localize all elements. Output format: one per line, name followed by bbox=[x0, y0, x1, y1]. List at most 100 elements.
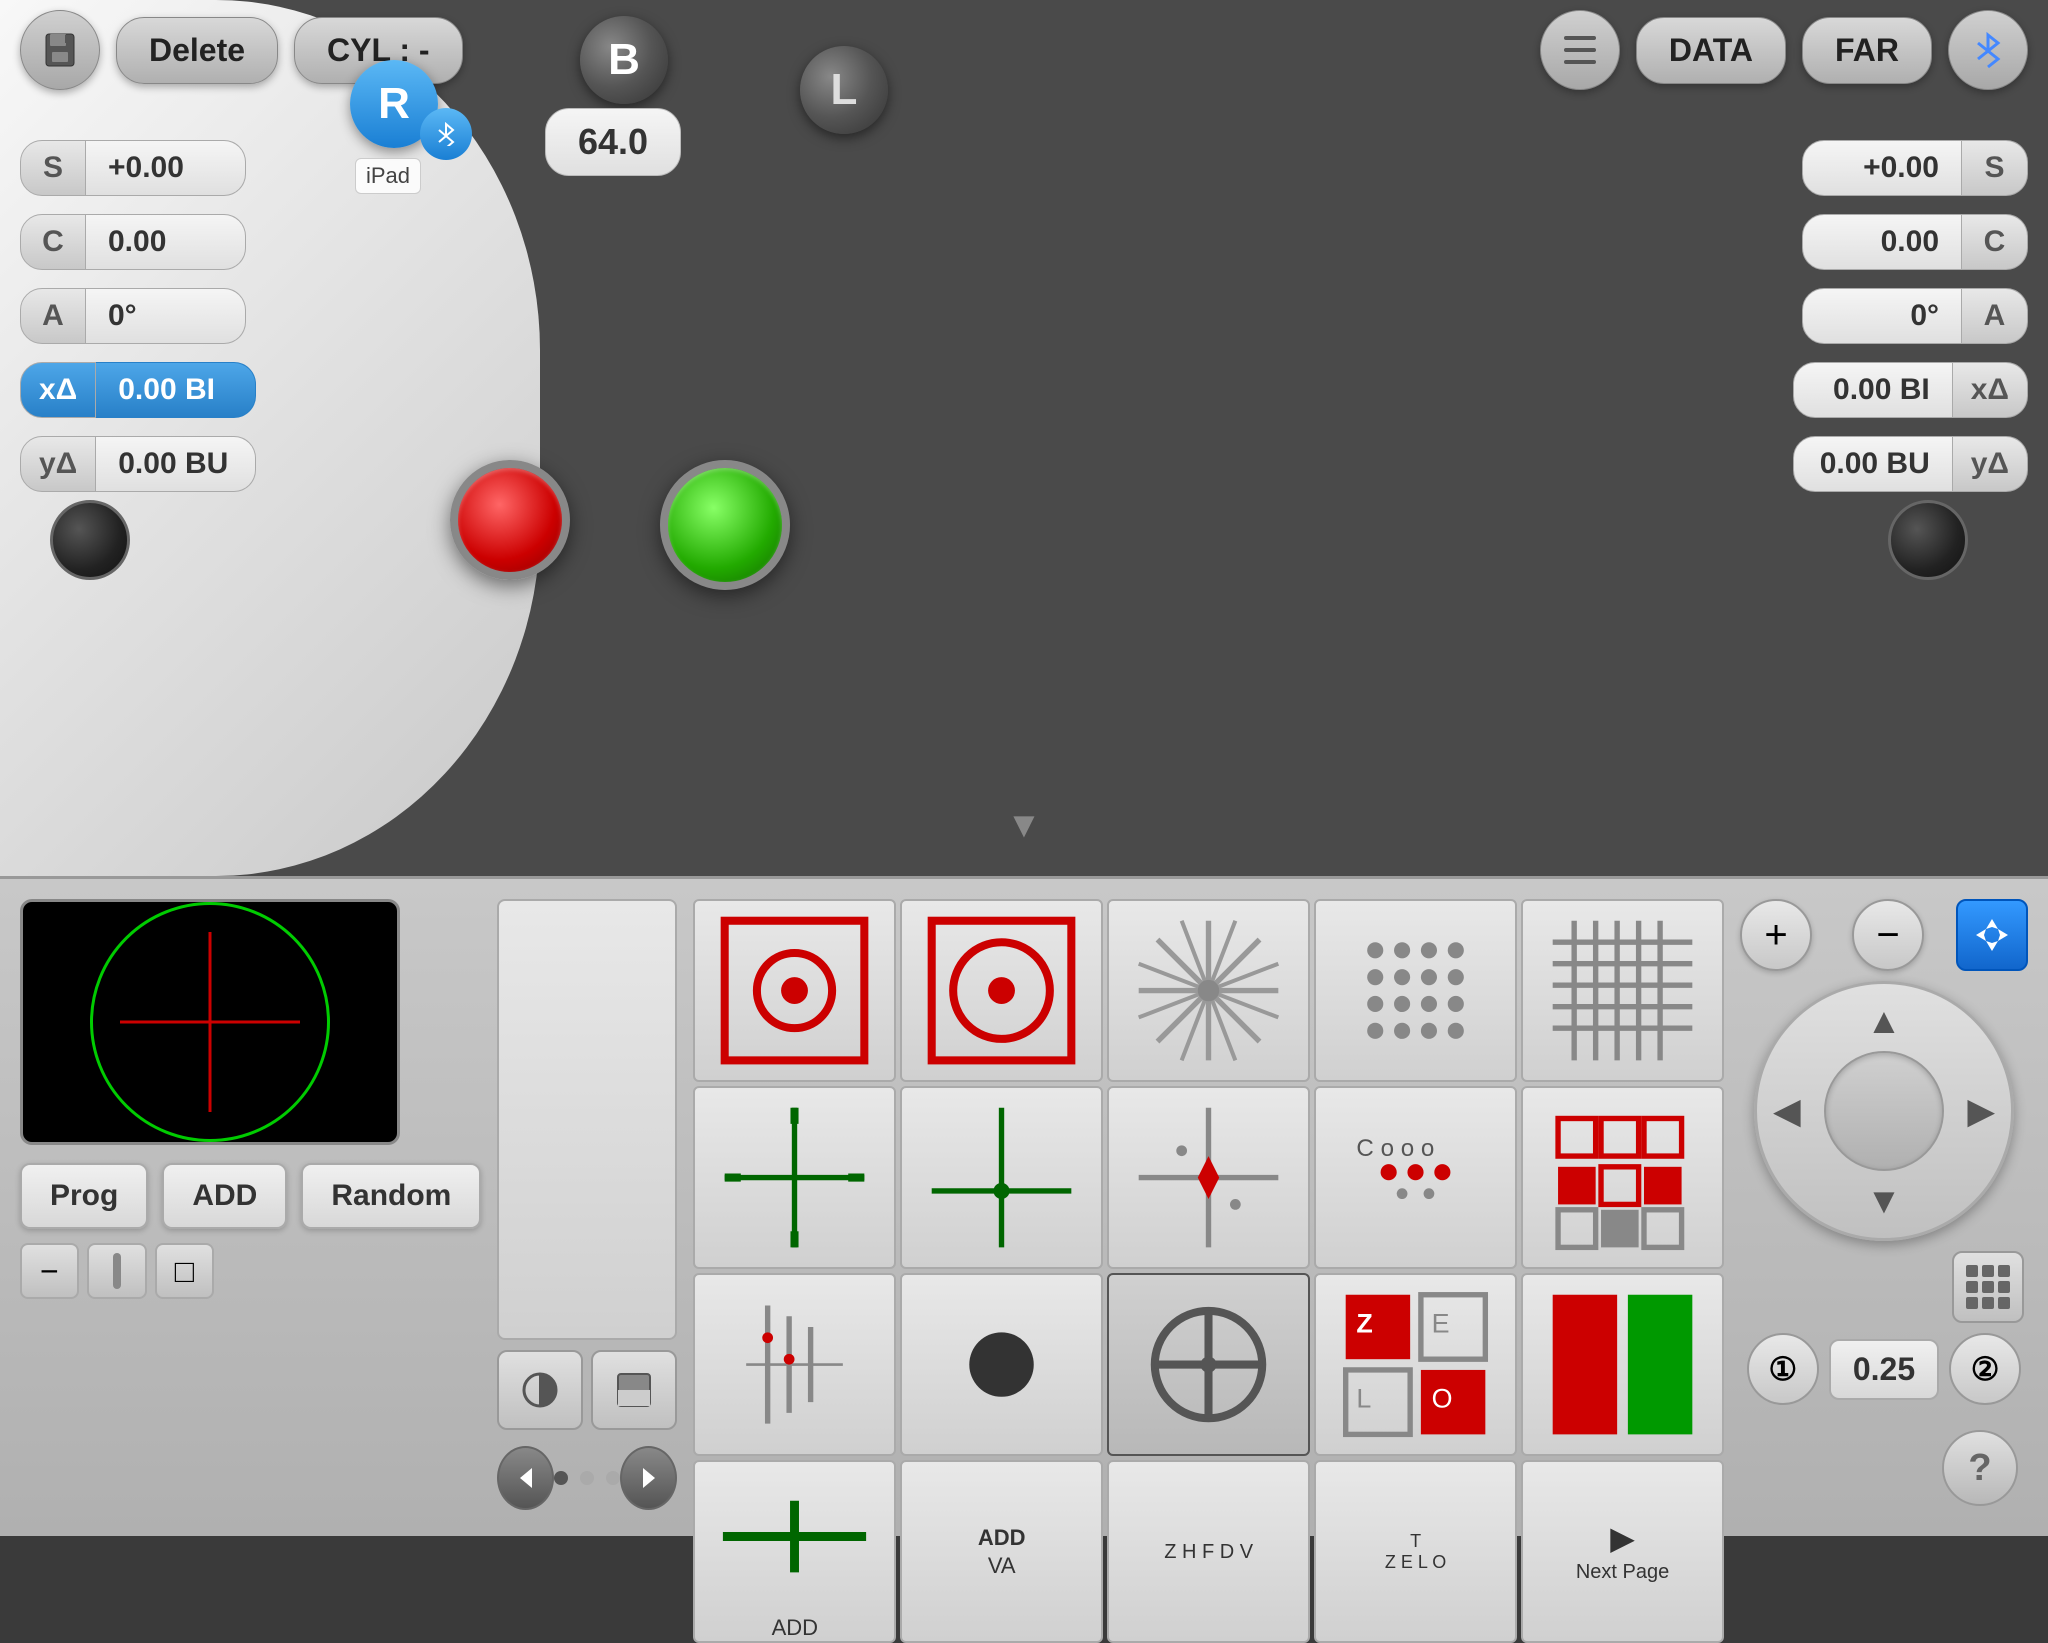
t-label: T bbox=[1410, 1531, 1421, 1552]
r-label: R bbox=[378, 79, 410, 129]
svg-text:E: E bbox=[1432, 1308, 1450, 1338]
list-button[interactable] bbox=[1540, 10, 1620, 90]
ydelta-label-right: yΔ bbox=[1953, 436, 2028, 492]
a-field-right[interactable]: 0° A bbox=[1793, 288, 2028, 344]
prev-nav-button[interactable] bbox=[497, 1446, 554, 1510]
nav-down-button[interactable]: ▼ bbox=[1866, 1180, 1902, 1222]
ydelta-label-left: yΔ bbox=[20, 436, 96, 492]
page-step-value: 0.25 bbox=[1829, 1339, 1939, 1400]
c-field-right[interactable]: 0.00 C bbox=[1793, 214, 2028, 270]
s-field-right[interactable]: +0.00 S bbox=[1793, 140, 2028, 196]
chart-cell-8[interactable]: C o o o bbox=[1314, 1086, 1517, 1269]
bottom-panel: Prog ADD Random − □ bbox=[0, 876, 2048, 1536]
pupil-value: 64.0 bbox=[545, 108, 681, 176]
chart-cell-9[interactable] bbox=[1521, 1086, 1724, 1269]
zoom-row: + − bbox=[1740, 899, 2028, 971]
next-nav-button[interactable] bbox=[620, 1446, 677, 1510]
chart-cell-3[interactable] bbox=[1314, 899, 1517, 1082]
nav-left-button[interactable]: ◀ bbox=[1773, 1090, 1801, 1132]
a-value-right: 0° bbox=[1802, 288, 1962, 344]
move-button[interactable] bbox=[1956, 899, 2028, 971]
c-field-left[interactable]: C 0.00 bbox=[20, 214, 256, 270]
chart-cell-add-va[interactable]: ADD VA bbox=[900, 1460, 1103, 1643]
delete-button[interactable]: Delete bbox=[116, 17, 278, 84]
minus-size-button[interactable]: − bbox=[20, 1243, 79, 1299]
nav-center bbox=[1824, 1051, 1944, 1171]
chart-cell-12[interactable] bbox=[1107, 1273, 1310, 1456]
step-value-text: 0.25 bbox=[1853, 1351, 1915, 1387]
plus-size-button[interactable]: □ bbox=[155, 1243, 214, 1299]
ydelta-field-left[interactable]: yΔ 0.00 BU bbox=[20, 436, 256, 492]
xdelta-label-left: xΔ bbox=[20, 362, 96, 418]
top-toolbar: Delete CYL : - DATA FAR bbox=[0, 0, 2048, 100]
chart-cell-0[interactable] bbox=[693, 899, 896, 1082]
bottom-nav-row bbox=[497, 1440, 677, 1516]
svg-text:L: L bbox=[1357, 1384, 1372, 1414]
s-value-left: +0.00 bbox=[86, 140, 246, 196]
s-label-left: S bbox=[20, 140, 86, 196]
chart-cell-4[interactable] bbox=[1521, 899, 1724, 1082]
save-button[interactable] bbox=[20, 10, 100, 90]
chart-cell-13[interactable]: Z E L O bbox=[1314, 1273, 1517, 1456]
dot-3 bbox=[606, 1471, 620, 1485]
chart-cell-next-page[interactable]: ▶ Next Page bbox=[1521, 1460, 1724, 1643]
slide-area bbox=[497, 899, 677, 1516]
chart-cell-10[interactable] bbox=[693, 1273, 896, 1456]
chart-cell-letters2[interactable]: T Z E L O bbox=[1314, 1460, 1517, 1643]
page2-label: ② bbox=[1971, 1350, 2000, 1388]
svg-text:C o o o: C o o o bbox=[1357, 1135, 1435, 1162]
small-circle-left bbox=[50, 500, 130, 580]
c-value-left: 0.00 bbox=[86, 214, 246, 270]
random-button[interactable]: Random bbox=[301, 1163, 481, 1229]
page1-button[interactable]: ① bbox=[1747, 1333, 1819, 1405]
c-label-right: C bbox=[1962, 214, 2028, 270]
va-label: VA bbox=[988, 1553, 1016, 1579]
next-page-label: Next Page bbox=[1576, 1561, 1669, 1584]
slide-display bbox=[497, 899, 677, 1340]
ipad-label: iPad bbox=[355, 158, 421, 194]
svg-text:Z: Z bbox=[1357, 1308, 1373, 1338]
red-button[interactable] bbox=[450, 460, 570, 580]
chart-cell-11[interactable] bbox=[900, 1273, 1103, 1456]
chart-cell-add-cross[interactable]: ADD bbox=[693, 1460, 896, 1643]
chart-cell-letters[interactable]: Z H F D V bbox=[1107, 1460, 1310, 1643]
xdelta-field-right[interactable]: 0.00 BI xΔ bbox=[1793, 362, 2028, 418]
bar-control[interactable] bbox=[87, 1243, 147, 1299]
image-controls-row: − □ bbox=[20, 1243, 481, 1299]
a-field-left[interactable]: A 0° bbox=[20, 288, 256, 344]
nav-right-button[interactable]: ▶ bbox=[1967, 1090, 1995, 1132]
prog-button[interactable]: Prog bbox=[20, 1163, 148, 1229]
zoom-out-button[interactable]: − bbox=[1852, 899, 1924, 971]
s-field-left[interactable]: S +0.00 bbox=[20, 140, 256, 196]
l-indicator: L bbox=[800, 46, 888, 134]
data-button[interactable]: DATA bbox=[1636, 17, 1786, 84]
grid-view-button[interactable] bbox=[1952, 1251, 2024, 1323]
chart-cell-2[interactable] bbox=[1107, 899, 1310, 1082]
chart-cell-5[interactable] bbox=[693, 1086, 896, 1269]
chart-cell-14[interactable] bbox=[1521, 1273, 1724, 1456]
ydelta-field-right[interactable]: 0.00 BU yΔ bbox=[1793, 436, 2028, 492]
help-button[interactable]: ? bbox=[1942, 1430, 2018, 1506]
letters-label: Z H F D V bbox=[1164, 1539, 1253, 1565]
zoom-in-button[interactable]: + bbox=[1740, 899, 1812, 971]
far-button[interactable]: FAR bbox=[1802, 17, 1932, 84]
add-button-main[interactable]: ADD bbox=[162, 1163, 287, 1229]
xdelta-field-left[interactable]: xΔ 0.00 BI bbox=[20, 362, 256, 418]
right-controls: + − ▲ ▼ ◀ ▶ bbox=[1740, 899, 2028, 1516]
chart-cell-7[interactable] bbox=[1107, 1086, 1310, 1269]
ydelta-value-left: 0.00 BU bbox=[96, 436, 256, 492]
contrast-button[interactable] bbox=[497, 1350, 583, 1430]
crosshair-vertical bbox=[209, 932, 212, 1112]
bluetooth-button[interactable] bbox=[1948, 10, 2028, 90]
brightness-button[interactable] bbox=[591, 1350, 677, 1430]
green-button[interactable] bbox=[660, 460, 790, 590]
dot-2 bbox=[580, 1471, 594, 1485]
zelo-label: Z E L O bbox=[1385, 1552, 1446, 1573]
chart-cell-1[interactable] bbox=[900, 899, 1103, 1082]
xdelta-value-right: 0.00 BI bbox=[1793, 362, 1953, 418]
page2-button[interactable]: ② bbox=[1949, 1333, 2021, 1405]
xdelta-label-right: xΔ bbox=[1953, 362, 2028, 418]
nav-disc[interactable]: ▲ ▼ ◀ ▶ bbox=[1754, 981, 2014, 1241]
chart-cell-6[interactable] bbox=[900, 1086, 1103, 1269]
nav-up-button[interactable]: ▲ bbox=[1866, 1000, 1902, 1042]
